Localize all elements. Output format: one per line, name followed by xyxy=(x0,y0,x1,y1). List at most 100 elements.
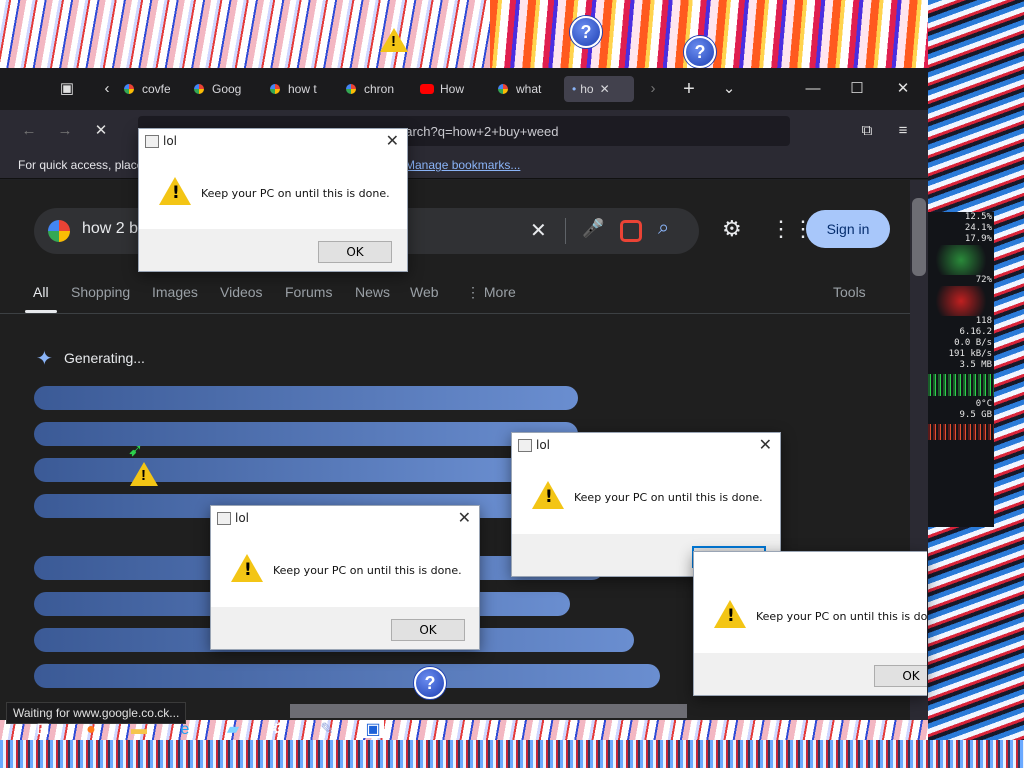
gear-icon[interactable]: ⚙ xyxy=(268,720,290,740)
search-query: how 2 b xyxy=(82,220,139,237)
minimize-icon[interactable]: — xyxy=(798,76,828,102)
clown-graphic xyxy=(928,245,994,275)
tab-news[interactable]: News xyxy=(355,284,390,300)
tab-youtube[interactable]: How xyxy=(420,76,474,102)
tab-label: how t xyxy=(288,82,317,96)
warning-icon xyxy=(380,28,408,52)
scrollbar-thumb[interactable] xyxy=(912,198,926,276)
voice-search-icon[interactable]: 🎤 xyxy=(582,218,604,239)
tab-all[interactable]: All xyxy=(33,284,49,300)
message-dialog: lol ✕ Keep your PC on until this is done… xyxy=(210,505,480,650)
tab-label: How xyxy=(440,82,465,96)
sysmon-line: 118 xyxy=(975,316,992,326)
stop-loading-icon[interactable]: ✕ xyxy=(86,118,116,144)
close-icon[interactable]: ✕ xyxy=(386,131,399,150)
tab-more[interactable]: ⋮ More xyxy=(466,284,516,301)
tab-forums[interactable]: Forums xyxy=(285,284,332,300)
bookmarks-hint: For quick access, place xyxy=(18,158,144,172)
more-vert-icon: ⋮ xyxy=(466,284,484,300)
warning-icon xyxy=(130,462,158,486)
forward-icon[interactable]: → xyxy=(50,118,80,144)
horizontal-scrollbar[interactable] xyxy=(290,704,687,718)
close-icon[interactable]: ✕ xyxy=(600,82,610,96)
favicon-icon xyxy=(122,82,136,96)
sysmon-line: 24.1% xyxy=(964,223,992,233)
dialog-footer: OK xyxy=(139,229,407,271)
search-divider xyxy=(565,218,566,244)
search-icon[interactable]: ⌕ xyxy=(658,217,669,240)
clear-search-icon[interactable]: ✕ xyxy=(530,218,547,243)
youtube-icon xyxy=(420,84,434,94)
folder-icon[interactable]: ▬ xyxy=(128,720,150,740)
google-logo-icon xyxy=(48,220,70,242)
close-window-icon[interactable]: ✕ xyxy=(888,76,918,102)
app-icon xyxy=(217,512,231,525)
window-app-icon[interactable]: ▣ xyxy=(362,720,384,738)
edge-icon[interactable]: e xyxy=(174,720,196,740)
google-icon xyxy=(268,82,282,96)
manage-bookmarks-link[interactable]: Manage bookmarks... xyxy=(405,158,520,172)
tab-active[interactable]: • ho ✕ xyxy=(564,76,634,102)
sysmon-line: 12.5% xyxy=(964,212,992,222)
loading-skeleton-bar xyxy=(34,458,524,482)
tab-what[interactable]: what xyxy=(496,76,550,102)
tab-bar: ▣ ‹ covfe Goog how t chron How what • ho ✕… xyxy=(0,68,928,110)
ai-generating-label: Generating... xyxy=(64,350,145,366)
ok-button[interactable]: OK xyxy=(874,665,927,687)
tab-label: Goog xyxy=(212,82,242,96)
google-icon xyxy=(496,82,510,96)
tab-google[interactable]: Goog xyxy=(192,76,246,102)
menu-icon[interactable]: ≡ xyxy=(888,118,918,144)
tab-label: chron xyxy=(364,82,395,96)
sysmon-line: 0°C xyxy=(975,399,992,409)
question-icon: ? xyxy=(570,16,602,48)
maximize-icon[interactable]: ☐ xyxy=(842,76,872,102)
clown-graphic xyxy=(928,286,994,316)
loading-icon: • xyxy=(572,82,577,96)
app-icon[interactable]: ▰ xyxy=(222,720,244,740)
tab-shopping[interactable]: Shopping xyxy=(71,284,130,300)
warning-icon xyxy=(159,177,191,205)
scroll-tabs-left-icon[interactable]: ‹ xyxy=(92,76,122,102)
dialog-footer: OK xyxy=(694,653,927,695)
tab-label: ho xyxy=(580,82,594,96)
new-tab-icon[interactable]: + xyxy=(674,76,704,102)
tab-images[interactable]: Images xyxy=(152,284,198,300)
tab-videos[interactable]: Videos xyxy=(220,284,263,300)
tab-label: what xyxy=(516,82,542,96)
tab-covfe[interactable]: covfe xyxy=(122,76,170,102)
system-monitor-widget: 12.5% 24.1% 17.9% 72% 118 6.16.2 0.0 B/s… xyxy=(928,212,994,527)
url-text: earch?q=how+2+buy+weed xyxy=(398,124,559,139)
divider xyxy=(0,313,910,314)
sysmon-line: 9.5 GB xyxy=(959,410,992,420)
close-icon[interactable]: ✕ xyxy=(458,508,471,527)
warning-icon xyxy=(532,481,564,509)
app-icon xyxy=(518,439,532,452)
scroll-tabs-right-icon[interactable]: › xyxy=(638,76,668,102)
tab-how-t[interactable]: how t xyxy=(268,76,322,102)
close-icon[interactable]: ✕ xyxy=(759,435,772,454)
tab-more-label: More xyxy=(483,284,516,300)
message-dialog: Keep your PC on until this is done OK xyxy=(693,551,927,696)
back-icon[interactable]: ← xyxy=(14,118,44,144)
ok-button[interactable]: OK xyxy=(391,619,465,641)
app-icon xyxy=(145,135,159,148)
tab-label: covfe xyxy=(142,82,170,96)
tab-chron[interactable]: chron xyxy=(344,76,398,102)
sysmon-line: 72% xyxy=(975,275,992,285)
sign-in-button[interactable]: Sign in xyxy=(806,210,890,248)
loading-skeleton-bar xyxy=(34,386,578,410)
tools-button[interactable]: Tools xyxy=(833,284,866,300)
loading-skeleton-bar xyxy=(34,664,660,688)
paint-icon[interactable]: ✎ xyxy=(316,720,338,740)
lens-icon[interactable] xyxy=(620,220,642,242)
windows-start-icon[interactable]: ⊞ xyxy=(32,720,54,740)
chevron-down-icon[interactable]: ⌄ xyxy=(714,76,744,102)
ok-button[interactable]: OK xyxy=(318,241,392,263)
extensions-icon[interactable]: ⧉ xyxy=(852,118,882,144)
firefox-icon[interactable]: ● xyxy=(80,720,102,740)
gear-icon[interactable]: ⚙ xyxy=(722,216,742,242)
tab-overview-icon[interactable]: ▣ xyxy=(52,76,82,102)
dialog-footer: OK xyxy=(211,607,479,649)
tab-web[interactable]: Web xyxy=(410,284,439,300)
